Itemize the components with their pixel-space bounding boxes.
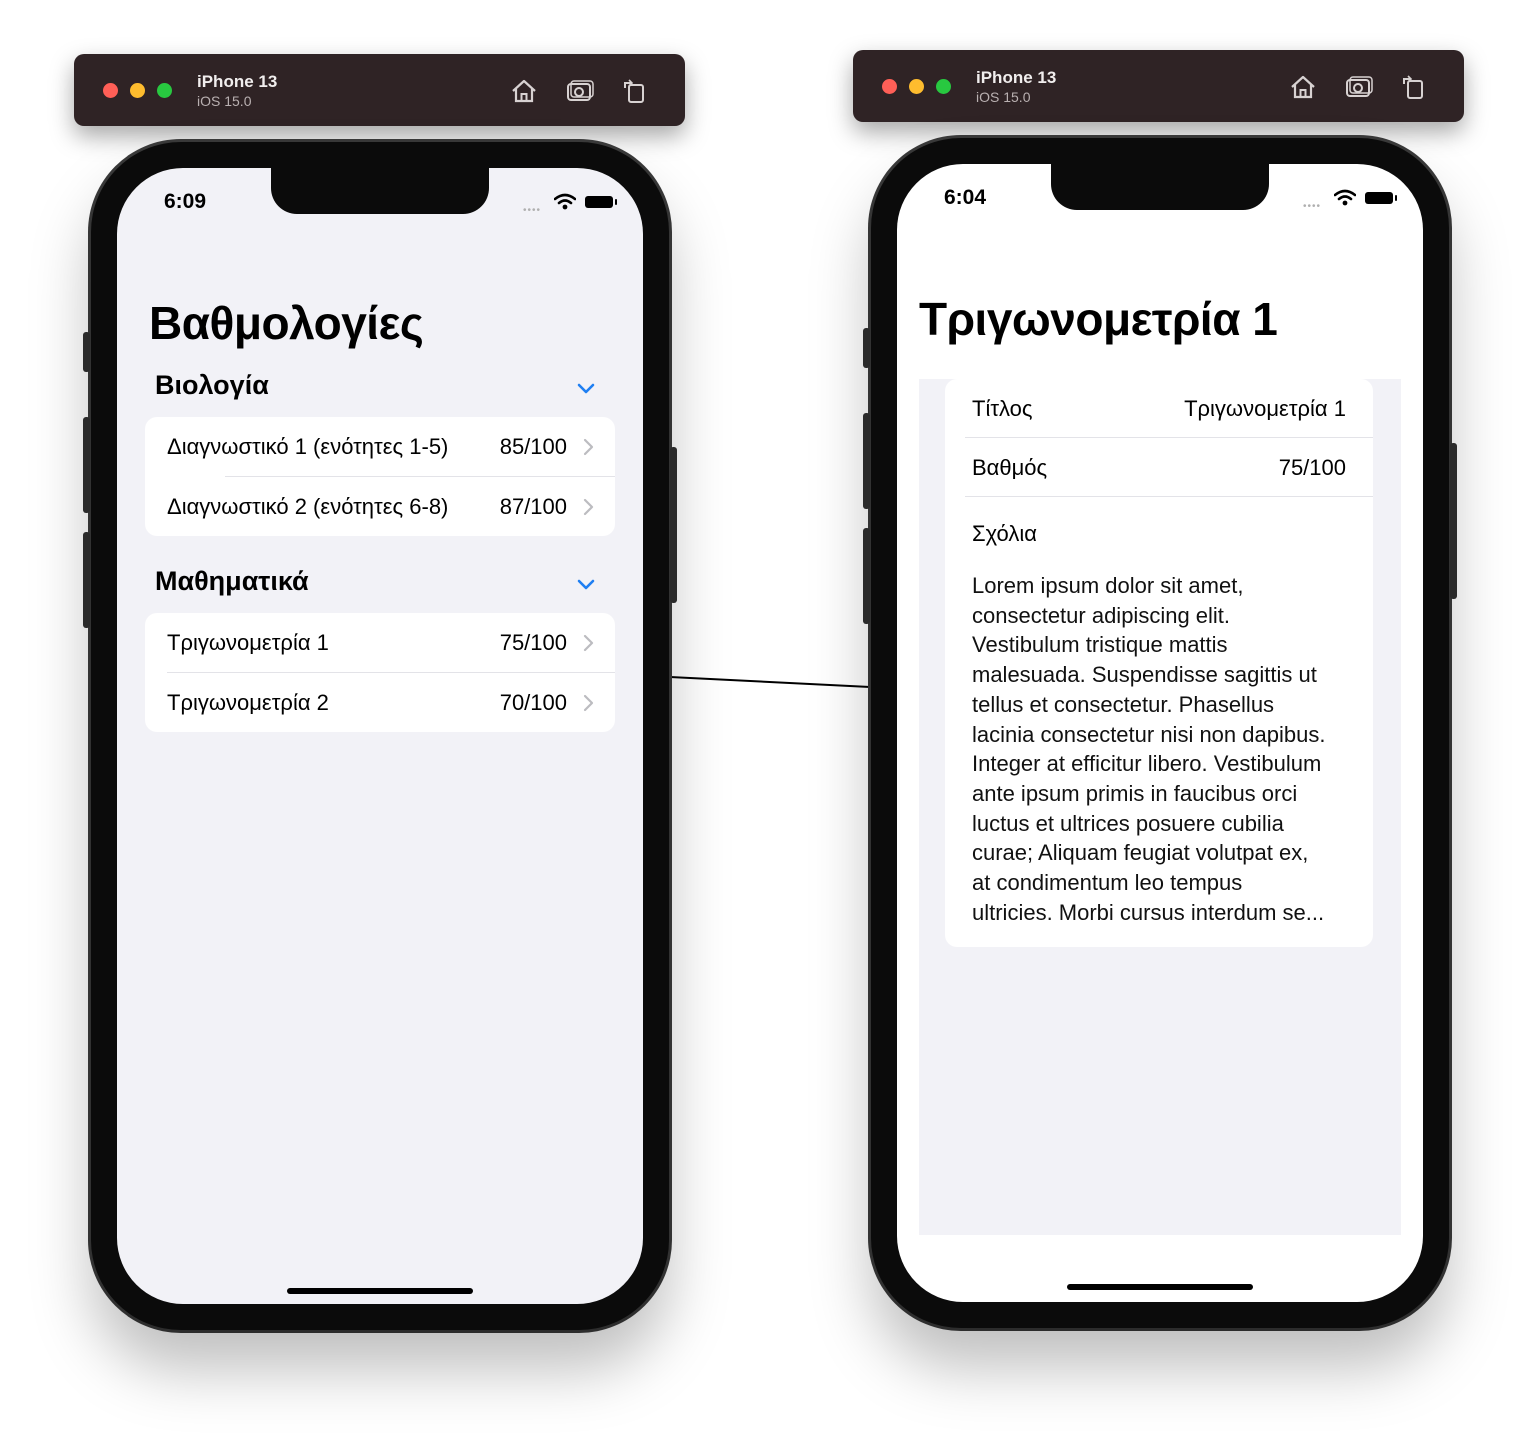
status-time: 6:09 <box>164 190 207 213</box>
comment-line: tellus et consectetur. Phasellus <box>972 691 1275 717</box>
device-name: iPhone 13 <box>197 72 278 91</box>
comment-line: Lorem ipsum dolor sit amet, <box>972 573 1244 598</box>
list-item[interactable]: Τριγωνομετρία 2 70/100 <box>145 673 615 732</box>
simulator-toolbar: iPhone 13 iOS 15.0 <box>74 54 685 126</box>
page-title: Βαθμολογίες <box>149 297 424 349</box>
device-os-version: iOS 15.0 <box>197 93 252 109</box>
row-grade: 75/100 <box>499 630 567 655</box>
screenshot-icon[interactable] <box>1344 72 1374 102</box>
volume-down-button <box>863 528 870 624</box>
row-divider <box>965 496 1373 497</box>
device-name: iPhone 13 <box>976 68 1057 87</box>
zoom-window-button[interactable] <box>157 83 172 98</box>
section-header-biology: Βιολογία <box>155 370 269 400</box>
row-title: Διαγνωστικό 2 (ενότητες 6-8) <box>167 494 449 519</box>
title-field-label: Τίτλος <box>972 396 1033 421</box>
chevron-right-icon <box>583 438 594 456</box>
row-title: Διαγνωστικό 1 (ενότητες 1-5) <box>167 434 449 459</box>
screen: 6:04 •••• Τριγωνομετρία 1 Τίτλος Τριγωνο… <box>897 164 1423 1302</box>
section-group-math: Τριγωνομετρία 1 75/100 Τριγωνομετρία 2 7… <box>145 613 615 732</box>
notch <box>271 168 489 214</box>
minimize-window-button[interactable] <box>130 83 145 98</box>
detail-card: Τίτλος Τριγωνομετρία 1 Βαθμός 75/100 Σχό… <box>945 379 1373 947</box>
close-window-button[interactable] <box>103 83 118 98</box>
comment-line: malesuada. Suspendisse sagittis ut <box>972 662 1317 688</box>
section-group-biology: Διαγνωστικό 1 (ενότητες 1-5) 85/100 Διαγ… <box>145 417 615 536</box>
row-grade: 87/100 <box>499 494 567 519</box>
row-divider <box>965 437 1373 438</box>
grade-field-value: 75/100 <box>1278 455 1346 480</box>
comment-line: ultricies. Morbi cursus interdum se... <box>972 899 1325 925</box>
battery-icon <box>1365 192 1397 204</box>
row-grade: 85/100 <box>499 434 567 459</box>
chevron-right-icon <box>583 634 594 652</box>
side-button <box>83 332 90 372</box>
comment-line: lacinia consectetur nisi non dapibus. <box>972 721 1326 747</box>
comment-line: Vestibulum tristique mattis <box>972 632 1228 658</box>
cellular-signal-icon: •••• <box>523 205 542 216</box>
notch <box>1051 164 1269 210</box>
chevron-down-icon[interactable] <box>575 574 597 596</box>
chevron-down-icon[interactable] <box>575 378 597 400</box>
home-indicator[interactable] <box>287 1288 473 1294</box>
list-item[interactable]: Διαγνωστικό 2 (ενότητες 6-8) 87/100 <box>145 477 615 536</box>
rotate-icon[interactable] <box>620 76 650 106</box>
close-window-button[interactable] <box>882 79 897 94</box>
chevron-right-icon <box>583 694 594 712</box>
device-os-version: iOS 15.0 <box>976 89 1031 105</box>
power-button <box>1450 443 1457 599</box>
zoom-window-button[interactable] <box>936 79 951 94</box>
page-title: Τριγωνομετρία 1 <box>919 293 1278 345</box>
comment-line: at condimentum leo tempus <box>972 870 1243 896</box>
side-button <box>863 328 870 368</box>
simulator-toolbar: iPhone 13 iOS 15.0 <box>853 50 1464 122</box>
comment-line: curae; Aliquam feugiat volutpat ex, <box>972 840 1309 866</box>
grade-field-label: Βαθμός <box>972 455 1048 480</box>
chevron-right-icon <box>583 498 594 516</box>
list-item[interactable]: Τριγωνομετρία 1 75/100 <box>145 613 615 673</box>
wifi-icon <box>1334 189 1356 206</box>
section-header-math: Μαθηματικά <box>155 566 309 596</box>
status-time: 6:04 <box>944 186 987 209</box>
volume-down-button <box>83 532 90 628</box>
iphone-frame: 6:09 •••• Βαθμολογίες Βιολογία Διαγνωστι… <box>83 142 677 1330</box>
row-grade: 70/100 <box>499 690 567 715</box>
home-icon[interactable] <box>1288 72 1318 102</box>
row-title: Τριγωνομετρία 1 <box>167 630 329 655</box>
comment-line: ante ipsum primis in faucibus orci <box>972 780 1298 806</box>
comment-line: consectetur adipiscing elit. <box>972 602 1231 628</box>
volume-up-button <box>83 417 90 513</box>
list-item[interactable]: Διαγνωστικό 1 (ενότητες 1-5) 85/100 <box>145 417 615 477</box>
comments-text: Lorem ipsum dolor sit amet, consectetur … <box>972 571 1362 927</box>
power-button <box>670 447 677 603</box>
comment-line: Integer at efficitur libero. Vestibulum <box>972 751 1322 777</box>
comments-label: Σχόλια <box>972 521 1037 546</box>
minimize-window-button[interactable] <box>909 79 924 94</box>
row-title: Τριγωνομετρία 2 <box>167 690 329 715</box>
screen: 6:09 •••• Βαθμολογίες Βιολογία Διαγνωστι… <box>117 168 643 1304</box>
iphone-frame: 6:04 •••• Τριγωνομετρία 1 Τίτλος Τριγωνο… <box>863 138 1457 1328</box>
home-indicator[interactable] <box>1067 1284 1253 1290</box>
cellular-signal-icon: •••• <box>1303 201 1322 212</box>
rotate-icon[interactable] <box>1399 72 1429 102</box>
wifi-icon <box>554 193 576 210</box>
screenshot-icon[interactable] <box>565 76 595 106</box>
battery-icon <box>585 196 617 208</box>
home-icon[interactable] <box>509 76 539 106</box>
comment-line: luctus et ultrices posuere cubilia <box>972 810 1284 836</box>
title-field-value: Τριγωνομετρία 1 <box>1184 396 1346 421</box>
volume-up-button <box>863 413 870 509</box>
